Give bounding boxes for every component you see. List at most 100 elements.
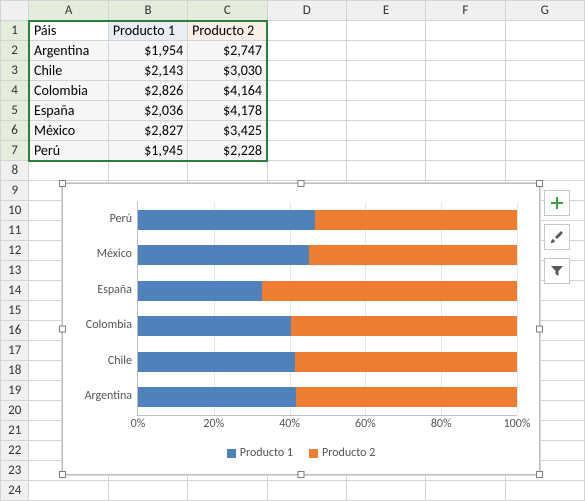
cell[interactable]: Colombia <box>29 81 108 101</box>
cell[interactable] <box>505 81 584 101</box>
legend-item[interactable]: Producto 1 <box>227 446 293 460</box>
cell[interactable] <box>505 21 584 41</box>
cell[interactable] <box>29 481 108 501</box>
cell[interactable]: $3,425 <box>188 121 267 141</box>
cell[interactable] <box>29 161 108 181</box>
row-header[interactable]: 23 <box>1 461 29 481</box>
cell[interactable] <box>426 41 505 61</box>
cell[interactable] <box>267 161 346 181</box>
cell[interactable] <box>346 481 425 501</box>
chart-bar[interactable]: Chile <box>138 352 517 372</box>
select-all-corner[interactable] <box>1 1 29 21</box>
chart-bar[interactable]: Perú <box>138 210 517 230</box>
row-header[interactable]: 15 <box>1 301 29 321</box>
row-header[interactable]: 13 <box>1 261 29 281</box>
cell[interactable] <box>505 61 584 81</box>
chart-plot-area[interactable]: 0%20%40%60%80%100%PerúMéxicoEspañaColomb… <box>137 202 517 416</box>
cell[interactable] <box>267 481 346 501</box>
col-header[interactable]: D <box>267 1 346 21</box>
cell[interactable] <box>108 161 187 181</box>
cell[interactable] <box>346 41 425 61</box>
row-header[interactable]: 17 <box>1 341 29 361</box>
cell[interactable]: $2,747 <box>188 41 267 61</box>
cell[interactable] <box>267 41 346 61</box>
cell[interactable] <box>267 81 346 101</box>
cell[interactable]: Producto 1 <box>108 21 187 41</box>
chart-legend[interactable]: Producto 1 Producto 2 <box>75 446 527 460</box>
cell[interactable] <box>267 61 346 81</box>
cell[interactable] <box>188 481 267 501</box>
cell[interactable] <box>188 161 267 181</box>
col-header[interactable]: B <box>108 1 187 21</box>
chart-bar[interactable]: México <box>138 245 517 265</box>
row-header[interactable]: 10 <box>1 201 29 221</box>
chart-elements-button[interactable] <box>544 190 570 216</box>
cell[interactable]: Argentina <box>29 41 108 61</box>
legend-item[interactable]: Producto 2 <box>309 446 375 460</box>
row-header[interactable]: 7 <box>1 141 29 161</box>
cell[interactable] <box>267 101 346 121</box>
chart-styles-button[interactable] <box>544 224 570 250</box>
cell[interactable]: $4,178 <box>188 101 267 121</box>
cell[interactable] <box>505 141 584 161</box>
cell[interactable] <box>346 141 425 161</box>
cell[interactable]: Páis <box>29 21 108 41</box>
row-header[interactable]: 12 <box>1 241 29 261</box>
col-header[interactable]: F <box>426 1 505 21</box>
cell[interactable] <box>267 121 346 141</box>
cell[interactable] <box>426 161 505 181</box>
row-header[interactable]: 1 <box>1 21 29 41</box>
row-header[interactable]: 3 <box>1 61 29 81</box>
chart-filters-button[interactable] <box>544 258 570 284</box>
cell[interactable]: $2,143 <box>108 61 187 81</box>
row-header[interactable]: 2 <box>1 41 29 61</box>
cell[interactable] <box>505 41 584 61</box>
row-header[interactable]: 8 <box>1 161 29 181</box>
row-header[interactable]: 14 <box>1 281 29 301</box>
cell[interactable]: $2,036 <box>108 101 187 121</box>
row-header[interactable]: 9 <box>1 181 29 201</box>
cell[interactable] <box>346 81 425 101</box>
cell[interactable]: España <box>29 101 108 121</box>
cell[interactable]: $1,945 <box>108 141 187 161</box>
cell[interactable]: Producto 2 <box>188 21 267 41</box>
chart-bar[interactable]: Argentina <box>138 387 517 407</box>
col-header[interactable]: G <box>505 1 584 21</box>
col-header[interactable]: A <box>29 1 108 21</box>
cell[interactable] <box>426 121 505 141</box>
cell[interactable] <box>346 61 425 81</box>
row-header[interactable]: 18 <box>1 361 29 381</box>
cell[interactable] <box>426 141 505 161</box>
row-header[interactable]: 19 <box>1 381 29 401</box>
col-header[interactable]: C <box>188 1 267 21</box>
cell[interactable] <box>346 121 425 141</box>
cell[interactable] <box>267 141 346 161</box>
row-header[interactable]: 24 <box>1 481 29 501</box>
cell[interactable] <box>346 101 425 121</box>
row-header[interactable]: 4 <box>1 81 29 101</box>
cell[interactable] <box>267 21 346 41</box>
cell[interactable]: $4,164 <box>188 81 267 101</box>
cell[interactable] <box>346 21 425 41</box>
cell[interactable]: Chile <box>29 61 108 81</box>
cell[interactable] <box>346 161 425 181</box>
chart-bar[interactable]: Colombia <box>138 316 517 336</box>
cell[interactable] <box>505 121 584 141</box>
cell[interactable] <box>505 161 584 181</box>
cell[interactable]: Perú <box>29 141 108 161</box>
cell[interactable] <box>426 101 505 121</box>
cell[interactable]: $2,228 <box>188 141 267 161</box>
chart-bar[interactable]: España <box>138 281 517 301</box>
cell[interactable]: $2,827 <box>108 121 187 141</box>
cell[interactable]: $2,826 <box>108 81 187 101</box>
col-header[interactable]: E <box>346 1 425 21</box>
cell[interactable] <box>505 481 584 501</box>
cell[interactable]: $3,030 <box>188 61 267 81</box>
embedded-chart[interactable]: 0%20%40%60%80%100%PerúMéxicoEspañaColomb… <box>62 183 540 475</box>
row-header[interactable]: 11 <box>1 221 29 241</box>
row-header[interactable]: 21 <box>1 421 29 441</box>
cell[interactable] <box>426 21 505 41</box>
cell[interactable] <box>426 481 505 501</box>
cell[interactable] <box>426 81 505 101</box>
cell[interactable] <box>108 481 187 501</box>
